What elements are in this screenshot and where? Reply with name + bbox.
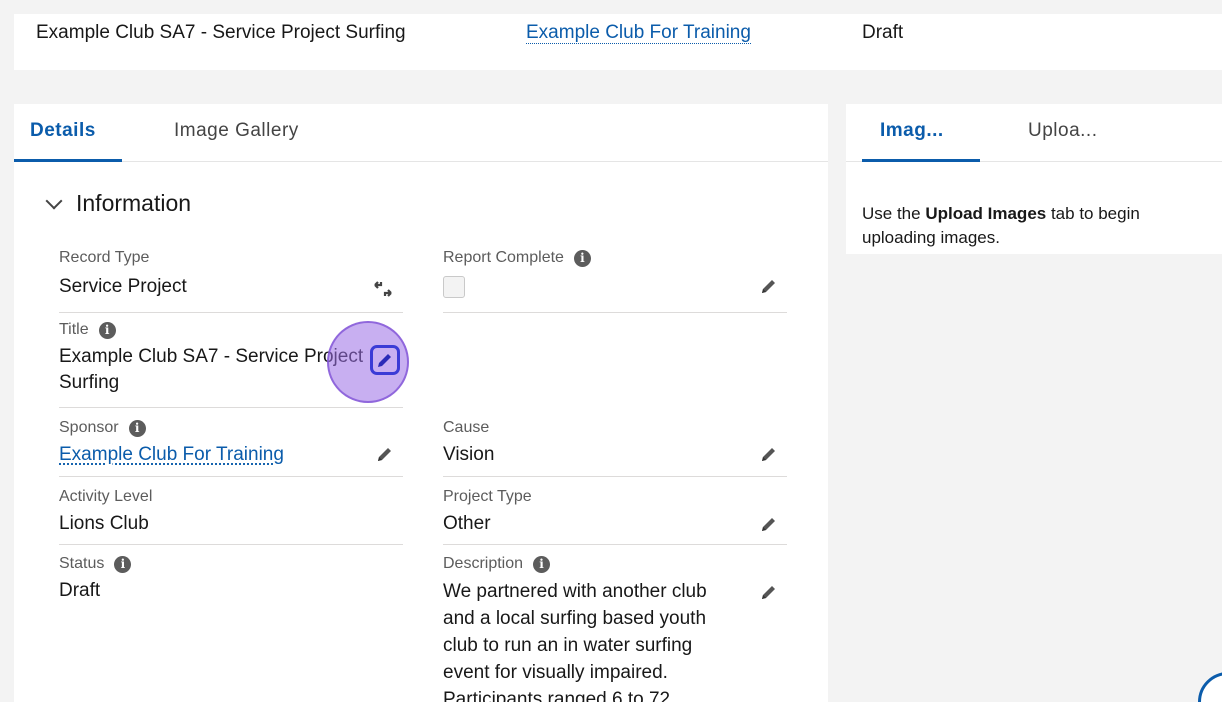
title-edit-button[interactable] bbox=[370, 345, 400, 375]
help-button[interactable] bbox=[1198, 672, 1222, 702]
report-complete-checkbox[interactable] bbox=[443, 276, 465, 298]
pencil-icon[interactable] bbox=[759, 276, 779, 296]
field-label: Description i bbox=[443, 554, 733, 574]
header-status: Draft bbox=[862, 22, 904, 43]
field-label: Status i bbox=[59, 554, 132, 574]
tab-images[interactable]: Imag... bbox=[880, 120, 944, 142]
field-divider bbox=[443, 312, 787, 313]
field-divider bbox=[443, 476, 787, 477]
section-information-toggle[interactable]: Information bbox=[45, 190, 192, 217]
pencil-icon[interactable] bbox=[375, 444, 395, 464]
active-tab-indicator bbox=[14, 159, 122, 162]
field-record-type: Record Type Service Project bbox=[59, 248, 187, 300]
swap-icon[interactable] bbox=[372, 278, 394, 300]
field-label: Record Type bbox=[59, 249, 150, 266]
tab-details[interactable]: Details bbox=[30, 120, 96, 142]
info-icon[interactable]: i bbox=[533, 555, 551, 573]
tab-image-gallery[interactable]: Image Gallery bbox=[174, 120, 299, 142]
record-header: Example Club SA7 - Service Project Surfi… bbox=[14, 14, 1222, 70]
section-title: Information bbox=[76, 190, 192, 216]
field-activity-level: Activity Level Lions Club bbox=[59, 487, 152, 537]
field-value: Other bbox=[443, 513, 491, 534]
side-tabs: Imag... Uploa... bbox=[846, 104, 1222, 162]
field-label: Title i bbox=[59, 320, 377, 340]
info-icon[interactable]: i bbox=[114, 555, 132, 573]
header-club-link[interactable]: Example Club For Training bbox=[526, 22, 751, 44]
info-icon[interactable]: i bbox=[128, 419, 146, 437]
field-label: Activity Level bbox=[59, 488, 153, 505]
field-value: We partnered with another club and a loc… bbox=[443, 581, 707, 702]
field-value: Draft bbox=[59, 580, 101, 601]
main-tabs: Details Image Gallery bbox=[14, 104, 828, 162]
field-value: Vision bbox=[443, 444, 495, 465]
field-divider bbox=[59, 407, 403, 408]
header-record-title: Example Club SA7 - Service Project Surfi… bbox=[36, 22, 406, 43]
tab-upload[interactable]: Uploa... bbox=[1028, 120, 1097, 142]
info-icon[interactable]: i bbox=[573, 249, 591, 267]
field-label: Sponsor i bbox=[59, 418, 284, 438]
field-value: Service Project bbox=[59, 276, 187, 297]
active-tab-indicator bbox=[862, 159, 980, 162]
field-divider bbox=[59, 544, 403, 545]
field-divider bbox=[443, 544, 787, 545]
pencil-icon[interactable] bbox=[759, 582, 779, 602]
field-project-type: Project Type Other bbox=[443, 487, 532, 537]
sponsor-link[interactable]: Example Club For Training bbox=[59, 442, 284, 468]
details-card: Details Image Gallery Information Record… bbox=[14, 104, 828, 702]
field-cause: Cause Vision bbox=[443, 418, 494, 468]
info-icon[interactable]: i bbox=[98, 321, 116, 339]
upload-hint: Use the Upload Images tab to begin uploa… bbox=[862, 204, 1140, 247]
chevron-down-icon bbox=[45, 192, 63, 209]
field-description: Description i We partnered with another c… bbox=[443, 554, 733, 702]
field-divider bbox=[59, 312, 403, 313]
pencil-icon[interactable] bbox=[759, 444, 779, 464]
field-label: Cause bbox=[443, 419, 490, 436]
field-label: Project Type bbox=[443, 488, 532, 505]
field-label: Report Complete i bbox=[443, 248, 591, 268]
field-sponsor: Sponsor i Example Club For Training bbox=[59, 418, 284, 468]
field-status: Status i Draft bbox=[59, 554, 132, 604]
field-report-complete: Report Complete i bbox=[443, 248, 591, 298]
field-divider bbox=[59, 476, 403, 477]
pencil-icon[interactable] bbox=[759, 514, 779, 534]
field-value: Lions Club bbox=[59, 513, 149, 534]
image-panel: Imag... Uploa... Use the Upload Images t… bbox=[846, 104, 1222, 254]
